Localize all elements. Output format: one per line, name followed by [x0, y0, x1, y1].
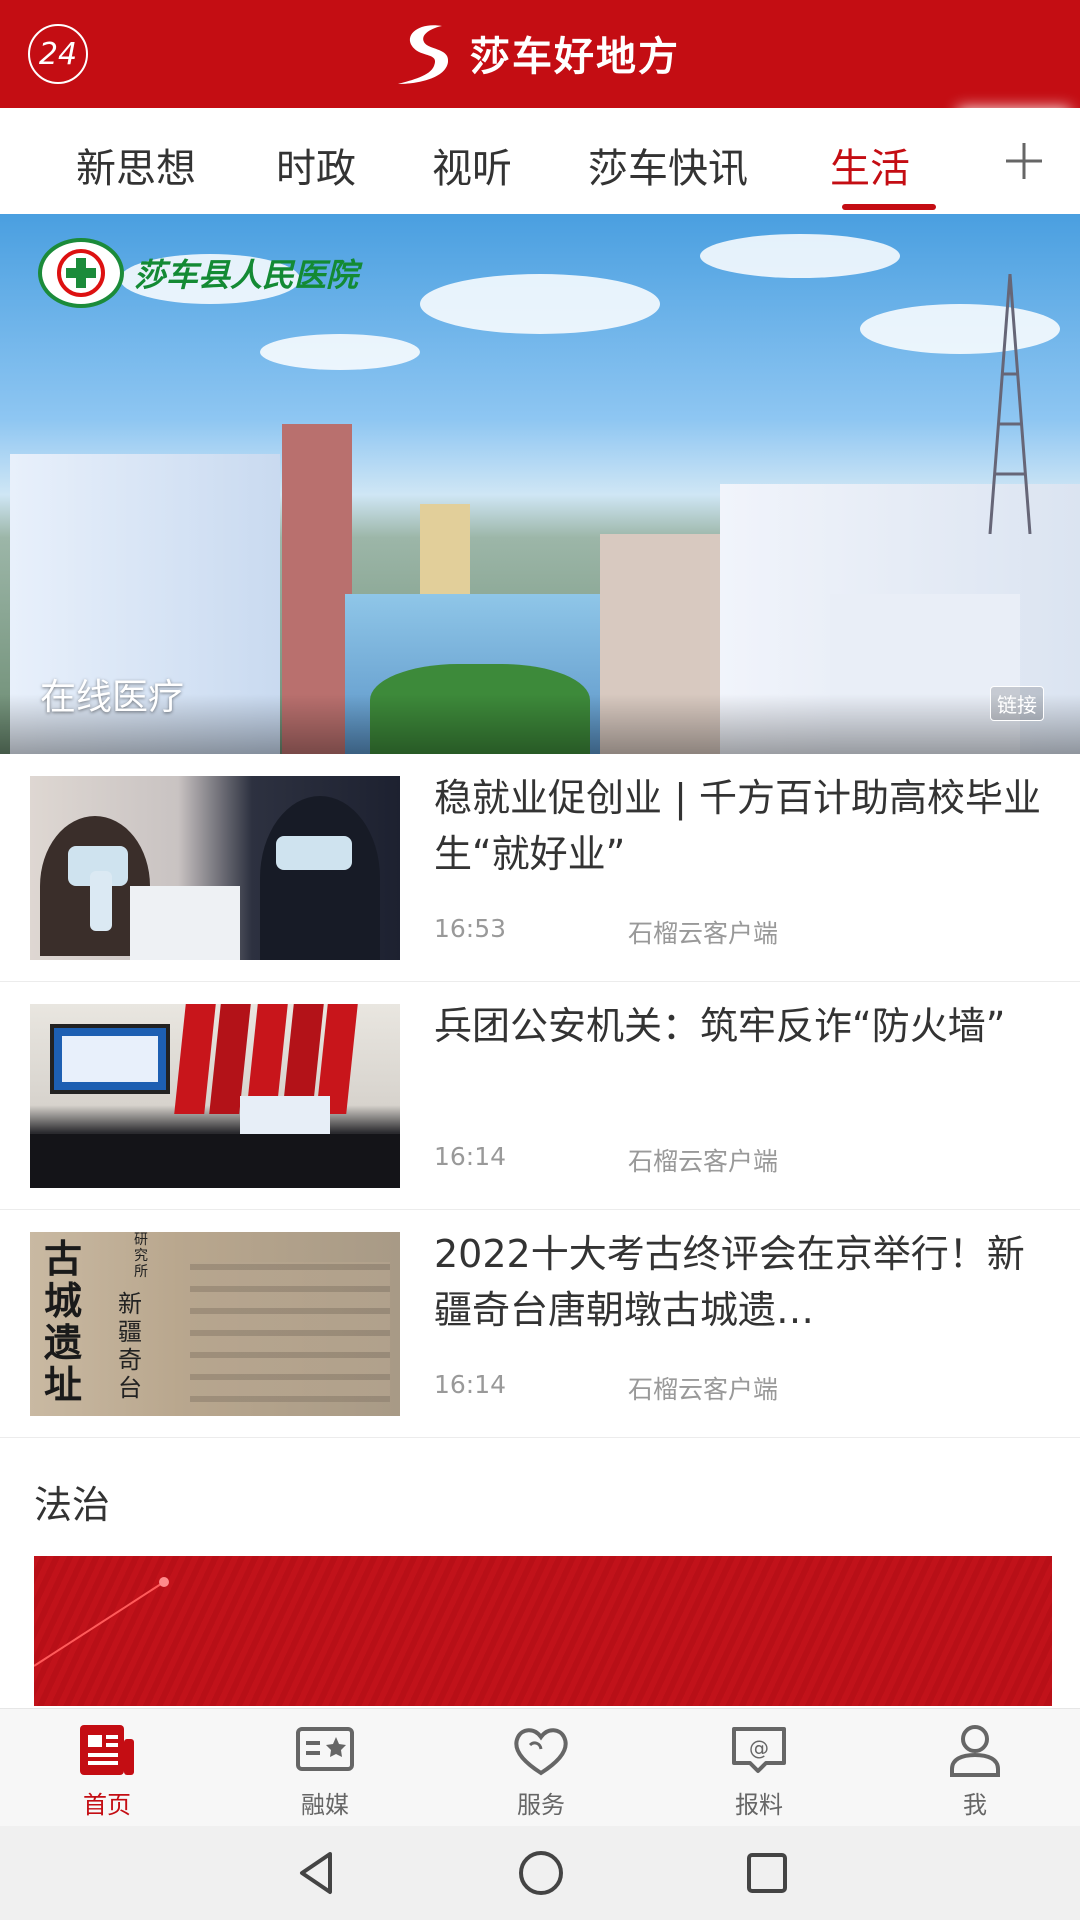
decor-line	[34, 1577, 169, 1667]
system-nav-bar	[0, 1826, 1080, 1920]
hospital-logo: 莎车县人民医院	[38, 238, 358, 308]
thumb-text-right: 新疆奇台	[118, 1290, 142, 1402]
section-banner[interactable]	[34, 1556, 1052, 1706]
banner-carousel[interactable]: 莎车县人民医院 在线医疗 链接	[0, 214, 1080, 754]
add-channel-button[interactable]	[968, 108, 1080, 214]
nav-label: 首页	[83, 1791, 131, 1819]
channel-tabs: | 新思想 时政 视听 莎车快讯 生活	[0, 108, 1080, 214]
news-item[interactable]: 稳就业促创业 | 千方百计助高校毕业生“就好业” 16:53 石榴云客户端	[0, 754, 1080, 982]
nav-media[interactable]: 融媒	[270, 1721, 380, 1820]
logo-icon	[398, 25, 449, 84]
hospital-name: 莎车县人民医院	[134, 256, 359, 294]
nav-label: 我	[963, 1791, 987, 1819]
news-time: 16:14	[434, 1370, 507, 1399]
news-item[interactable]: 古城遗址 新疆奇台 研究所 2022十大考古终评会在京举行！新疆奇台唐朝墩古城遗…	[0, 1210, 1080, 1438]
news-item[interactable]: 兵团公安机关：筑牢反诈“防火墙” 16:14 石榴云客户端	[0, 982, 1080, 1210]
news-title: 稳就业促创业 | 千方百计助高校毕业生“就好业”	[434, 776, 1041, 876]
app-title: 莎车好地方	[470, 34, 680, 80]
news-thumbnail: 古城遗址 新疆奇台 研究所	[30, 1232, 400, 1416]
link-badge: 链接	[990, 686, 1044, 721]
nav-home[interactable]: 首页	[52, 1721, 162, 1820]
news-time: 16:53	[434, 914, 507, 943]
nav-label: 服务	[517, 1791, 565, 1819]
section-title: 法治	[34, 1483, 111, 1527]
thumb-text-top: 研究所	[134, 1232, 148, 1280]
nav-me[interactable]: 我	[920, 1721, 1030, 1820]
tab-shizheng[interactable]: 时政	[276, 136, 356, 194]
active-tab-indicator	[842, 204, 936, 210]
news-source: 石榴云客户端	[628, 1375, 779, 1404]
badge-24[interactable]: 24	[28, 24, 88, 84]
news-title: 2022十大考古终评会在京举行！新疆奇台唐朝墩古城遗…	[434, 1232, 1025, 1332]
banner-caption: 在线医疗	[40, 677, 185, 718]
tab-life[interactable]: 生活	[830, 136, 910, 194]
app-header: 24 莎车好地方	[0, 0, 1080, 108]
app-logo: 莎车好地方	[390, 18, 680, 88]
user-icon	[950, 1725, 1000, 1777]
hospital-emblem-icon	[38, 238, 124, 308]
svg-text:@: @	[749, 1736, 769, 1760]
heart-icon	[514, 1728, 568, 1776]
bottom-nav: 首页 融媒 服务 @ 报料 我	[0, 1708, 1080, 1826]
news-icon	[80, 1725, 134, 1775]
plus-icon	[1006, 143, 1042, 179]
tab-xinsixiang[interactable]: 新思想	[76, 136, 196, 194]
home-circle-icon[interactable]	[516, 1848, 566, 1898]
news-title: 兵团公安机关：筑牢反诈“防火墙”	[434, 1004, 1006, 1048]
news-time: 16:14	[434, 1142, 507, 1171]
news-source: 石榴云客户端	[628, 1147, 779, 1176]
tab-shiting[interactable]: 视听	[432, 136, 512, 194]
news-thumbnail	[30, 776, 400, 960]
tab-shache-news[interactable]: 莎车快讯	[588, 136, 748, 194]
news-thumbnail	[30, 1004, 400, 1188]
thumb-text-left: 古城遗址	[44, 1236, 83, 1407]
news-source: 石榴云客户端	[628, 919, 779, 948]
media-icon	[296, 1727, 354, 1771]
nav-service[interactable]: 服务	[486, 1721, 596, 1820]
nav-report[interactable]: @ 报料	[704, 1721, 814, 1820]
chat-at-icon: @	[732, 1727, 786, 1773]
back-icon[interactable]	[292, 1848, 342, 1898]
nav-label: 融媒	[301, 1791, 349, 1819]
recents-icon[interactable]	[742, 1848, 792, 1898]
nav-label: 报料	[735, 1791, 783, 1819]
radio-tower	[988, 274, 1032, 534]
